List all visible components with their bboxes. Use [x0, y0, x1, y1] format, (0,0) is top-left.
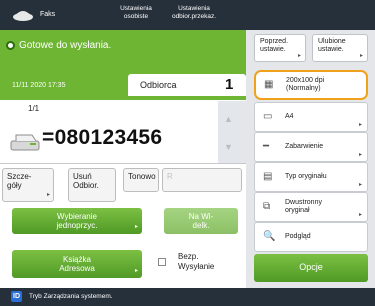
scroll-down-icon[interactable]: ▼	[224, 142, 233, 152]
original-type-setting[interactable]: ▤ Typ oryginału ▸	[254, 162, 368, 192]
original-type-icon: ▤	[263, 171, 273, 182]
corner-arrow-icon: ▸	[46, 192, 50, 198]
on-hook-button[interactable]: Na Wi- delk.	[164, 208, 238, 234]
delete-recipient-button[interactable]: Usuń Odbior.	[68, 168, 116, 202]
fax-logo-icon	[13, 11, 33, 21]
density-icon: ━	[263, 141, 270, 152]
paper-size-setting[interactable]: ▭ A4 ▸	[254, 102, 368, 132]
scroll-up-icon[interactable]: ▲	[224, 114, 233, 124]
corner-arrow-icon: ▸	[358, 212, 362, 218]
secure-send-checkbox[interactable]	[158, 258, 166, 266]
corner-arrow-icon: ▸	[359, 53, 363, 59]
corner-arrow-icon: ▸	[358, 182, 362, 188]
address-book-button[interactable]: Książka Adresowa ▸	[12, 250, 142, 278]
app-name: Faks	[40, 11, 56, 18]
preview-icon: 🔍	[263, 231, 276, 242]
speed-dial-button[interactable]: Wybieranie jednoprzyc. ▸	[12, 208, 142, 234]
system-manager-icon: ID	[11, 291, 22, 302]
preview-setting[interactable]: 🔍 Podgląd	[254, 222, 368, 252]
resolution-setting[interactable]: ▦ 200x100 dpi (Normalny)	[254, 70, 368, 100]
corner-arrow-icon: ▸	[297, 53, 301, 59]
corner-arrow-icon: ▸	[358, 152, 362, 158]
resolution-icon: ▦	[264, 79, 274, 90]
ready-status-icon	[6, 41, 15, 50]
duplex-setting[interactable]: ⧉ Dwustronny oryginał ▸	[254, 192, 368, 222]
entry-counter: 1/1	[28, 104, 40, 113]
corner-arrow-icon: ▸	[134, 224, 138, 230]
details-button[interactable]: Szcze- góły ▸	[2, 168, 54, 202]
options-button[interactable]: Opcje	[254, 254, 368, 282]
paper-icon: ▭	[263, 111, 273, 122]
duplex-icon: ⧉	[263, 201, 271, 212]
recipient-count: 1	[225, 76, 234, 93]
tab-recipient-settings[interactable]: Ustawienia odbior.przekaz.	[170, 5, 218, 21]
tab-personal-settings[interactable]: Ustawienia osobiste	[114, 5, 158, 21]
fax-machine-icon	[10, 134, 40, 151]
corner-arrow-icon: ▸	[134, 268, 138, 274]
datetime: 11/11 2020 17:35	[12, 82, 66, 89]
favorite-settings-button[interactable]: Ulubione ustawie. ▸	[312, 34, 368, 62]
tone-button[interactable]: Tonowo	[123, 168, 159, 192]
entry-scrollbar[interactable]	[218, 101, 246, 163]
system-message: Tryb Zarządzania systemem.	[29, 293, 113, 300]
r-key-button[interactable]: R	[162, 168, 242, 192]
density-setting[interactable]: ━ Zabarwienie ▸	[254, 132, 368, 162]
recipient-label: Odbiorca	[140, 80, 177, 90]
previous-settings-button[interactable]: Poprzed. ustawie. ▸	[254, 34, 306, 62]
secure-send-label: Bezp. Wysyłanie	[178, 252, 215, 271]
fax-number-display: =080123456	[42, 126, 163, 149]
corner-arrow-icon: ▸	[358, 122, 362, 128]
ready-status-text: Gotowe do wysłania.	[19, 40, 112, 51]
